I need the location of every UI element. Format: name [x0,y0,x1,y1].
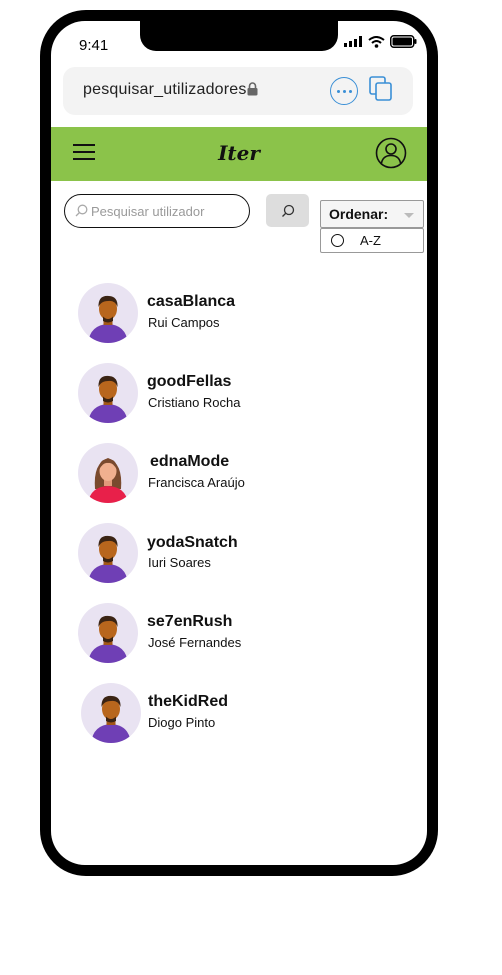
notch [140,21,338,51]
user-profile-icon[interactable] [375,137,407,169]
search-icon [281,204,294,217]
status-time: 9:41 [79,37,109,54]
username: goodFellas [147,373,232,390]
battery-icon [390,35,417,48]
male-avatar-icon [78,283,138,343]
full-name: José Fernandes [148,635,242,650]
male-avatar-icon [78,603,138,663]
user-list-item[interactable]: yodaSnatch Iuri Soares [78,523,378,585]
sort-label: Ordenar: [329,206,389,222]
status-icons [344,35,417,48]
tabs-icon[interactable] [369,76,393,102]
username: casaBlanca [147,293,236,310]
lock-icon [247,82,258,96]
app-header: Iter [51,127,427,181]
url-text: pesquisar_utilizadores [83,81,247,98]
user-list-item[interactable]: casaBlanca Rui Campos [78,283,378,345]
male-avatar-icon [78,523,138,583]
full-name: Iuri Soares [148,555,211,570]
search-icon [75,204,88,217]
sort-dropdown[interactable]: Ordenar: [320,200,424,228]
wifi-icon [368,35,385,48]
full-name: Cristiano Rocha [148,395,241,410]
user-list-item[interactable]: goodFellas Cristiano Rocha [78,363,378,425]
screen: 9:41 pesquisar_utilizadores Iter Pesquis… [51,21,427,865]
username: se7enRush [147,613,233,630]
full-name: Diogo Pinto [148,715,216,730]
user-list-item[interactable]: ednaMode Francisca Araújo [78,443,378,505]
chevron-down-icon [404,213,414,218]
more-options-icon[interactable] [330,77,358,105]
male-avatar-icon [78,363,138,423]
full-name: Francisca Araújo [148,475,245,490]
male-avatar-icon [81,683,141,743]
radio-button[interactable] [331,234,344,247]
username: ednaMode [150,453,230,470]
user-list-item[interactable]: se7enRush José Fernandes [78,603,378,665]
app-logo[interactable]: Iter [51,141,427,165]
browser-url-bar[interactable]: pesquisar_utilizadores [63,67,413,115]
full-name: Rui Campos [148,315,220,330]
sort-option-label: A-Z [360,233,381,248]
search-input[interactable]: Pesquisar utilizador [64,194,250,228]
phone-frame: 9:41 pesquisar_utilizadores Iter Pesquis… [40,10,438,876]
search-button[interactable] [266,194,309,227]
signal-icon [344,36,362,47]
username: yodaSnatch [147,534,238,551]
user-list-item[interactable]: theKidRed Diogo Pinto [78,683,378,745]
search-placeholder: Pesquisar utilizador [91,204,205,219]
female-avatar-icon [78,443,138,503]
username: theKidRed [148,693,228,710]
sort-option-a-z[interactable]: A-Z [320,228,424,253]
